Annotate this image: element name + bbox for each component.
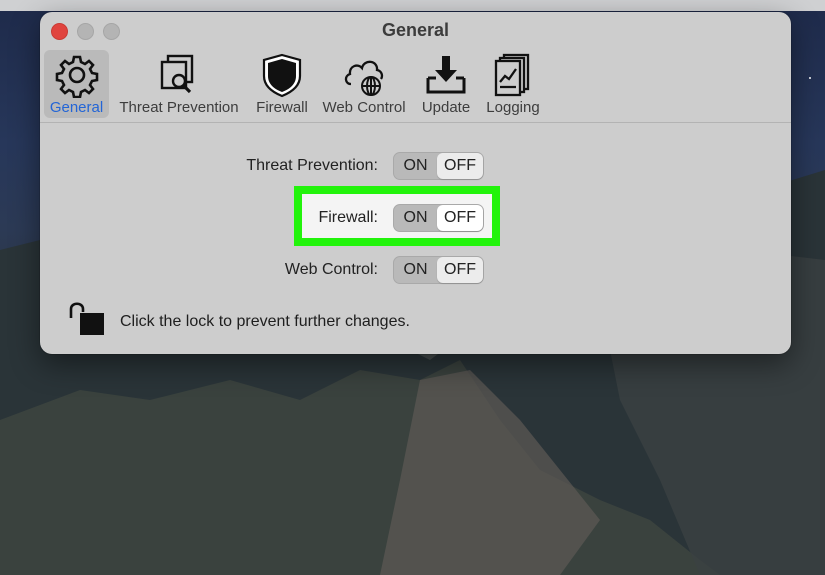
- threat-prevention-on-option[interactable]: ON: [394, 153, 437, 179]
- toolbar-divider: [40, 122, 791, 123]
- firewall-toggle: ON OFF: [393, 204, 484, 232]
- tab-firewall[interactable]: Firewall: [252, 50, 312, 118]
- gear-icon: [55, 55, 98, 98]
- cloud-globe-icon: [344, 60, 384, 96]
- firewall-off-option[interactable]: OFF: [437, 205, 483, 231]
- web-control-on-option[interactable]: ON: [394, 257, 437, 283]
- menu-bar-strip: [0, 0, 825, 11]
- lock-hint-text: Click the lock to prevent further change…: [120, 313, 410, 330]
- web-control-label: Web Control:: [284, 261, 378, 278]
- firewall-on-option[interactable]: ON: [394, 205, 437, 231]
- tab-firewall-label: Firewall: [256, 99, 308, 116]
- threat-prevention-label: Threat Prevention:: [246, 157, 378, 174]
- download-icon: [426, 56, 466, 94]
- tab-web-control[interactable]: Web Control: [318, 50, 410, 118]
- tab-logging[interactable]: Logging: [480, 50, 546, 118]
- tab-web-control-label: Web Control: [322, 99, 406, 116]
- threat-prevention-toggle: ON OFF: [393, 152, 484, 180]
- threat-prevention-off-option[interactable]: OFF: [437, 153, 483, 179]
- tab-update-label: Update: [421, 99, 471, 116]
- tab-threat-prevention[interactable]: Threat Prevention: [114, 50, 244, 118]
- tab-general[interactable]: General: [44, 50, 109, 118]
- tab-logging-label: Logging: [486, 99, 540, 116]
- window-title: General: [381, 20, 450, 40]
- tab-general-label: General: [49, 99, 104, 116]
- titlebar: General General Threat Prevention Firewa…: [40, 12, 791, 122]
- tab-update[interactable]: Update: [416, 50, 476, 118]
- log-chart-icon: [494, 53, 530, 97]
- tab-threat-prevention-label: Threat Prevention: [119, 99, 239, 116]
- firewall-label: Firewall:: [318, 209, 378, 226]
- web-control-off-option[interactable]: OFF: [437, 257, 483, 283]
- threat-scan-icon: [160, 54, 194, 94]
- shield-icon: [262, 53, 302, 98]
- unlocked-padlock-icon[interactable]: [66, 300, 106, 338]
- preferences-window: General General Threat Prevention Firewa…: [40, 12, 791, 354]
- web-control-toggle: ON OFF: [393, 256, 484, 284]
